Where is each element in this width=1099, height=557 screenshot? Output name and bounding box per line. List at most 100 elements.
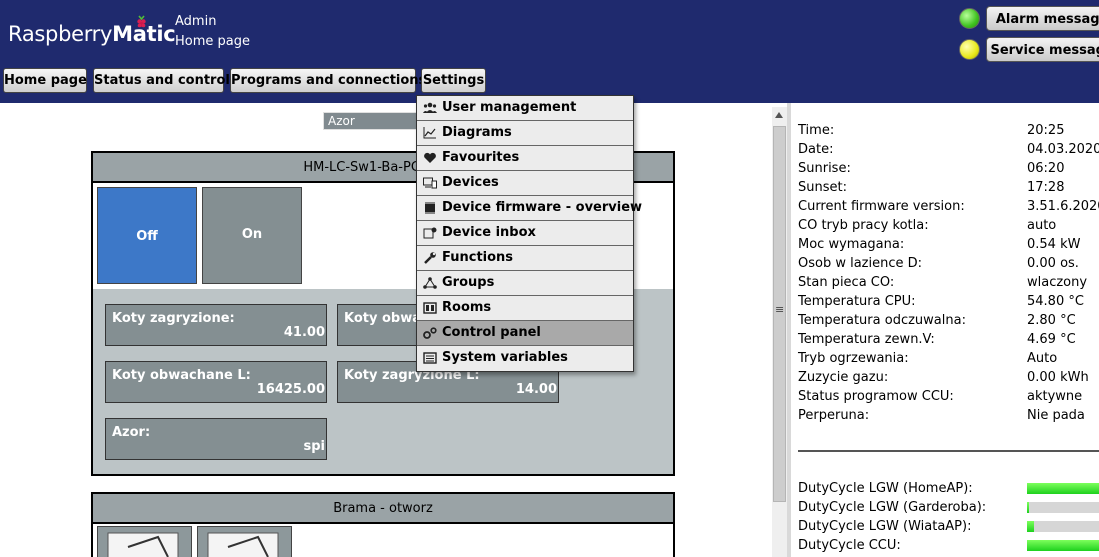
divider — [798, 450, 1099, 452]
menu-item-device-inbox[interactable]: Device inbox — [417, 221, 633, 246]
menu-item-rooms[interactable]: Rooms — [417, 296, 633, 321]
info-value: 4.69 °C — [1027, 332, 1076, 347]
info-key: Zuzycie gazu: — [798, 370, 889, 385]
dutycycle-bar-fill — [1027, 483, 1099, 494]
info-key: CO tryb pracy kotla: — [798, 218, 929, 233]
gate-close-button[interactable] — [197, 526, 292, 557]
service-messages-button[interactable]: Service messages — [986, 37, 1099, 62]
value-label: Koty zagryzione: — [112, 311, 235, 326]
rooms-icon — [423, 302, 437, 314]
info-value: 0.54 kW — [1027, 237, 1081, 252]
menu-item-label: User management — [442, 100, 577, 115]
gate-open-button[interactable] — [97, 526, 192, 557]
info-key: Temperatura CPU: — [798, 294, 916, 309]
menu-item-label: Rooms — [442, 300, 492, 315]
scroll-up-arrow-icon[interactable] — [775, 112, 783, 118]
left-pane-scrollbar[interactable] — [772, 107, 787, 557]
menu-item-label: Functions — [442, 250, 514, 265]
groups-icon — [423, 277, 437, 289]
variables-icon — [423, 352, 437, 364]
settings-dropdown-menu: User management Diagrams Favourites Devi… — [416, 95, 642, 372]
dutycycle-bar-fill — [1027, 521, 1035, 532]
value-box: Koty zagryzione: 41.00 — [105, 304, 327, 346]
device-panel-title: Brama - otworz — [93, 494, 673, 524]
nav-settings-button[interactable]: Settings — [421, 68, 486, 93]
menu-item-favourites[interactable]: Favourites — [417, 146, 633, 171]
info-value: auto — [1027, 218, 1057, 233]
menu-item-system-variables[interactable]: System variables — [417, 346, 633, 371]
inbox-icon — [423, 227, 437, 239]
user-name: Admin — [175, 14, 217, 29]
info-value: 20:25 — [1027, 123, 1065, 138]
menu-item-devices[interactable]: Devices — [417, 171, 633, 196]
raspberry-icon — [137, 15, 146, 28]
menu-item-groups[interactable]: Groups — [417, 271, 633, 296]
info-key: Status programow CCU: — [798, 389, 954, 404]
devices-icon — [423, 177, 437, 189]
info-value: 2.80 °C — [1027, 313, 1076, 328]
info-key: Osob w lazience D: — [798, 256, 923, 271]
value-box: Azor: spi — [105, 418, 327, 460]
info-key: Sunrise: — [798, 161, 851, 176]
info-key: Stan pieca CO: — [798, 275, 895, 290]
value-number: 16425.00 — [256, 382, 325, 397]
info-value: Auto — [1027, 351, 1058, 366]
alarm-messages-button[interactable]: Alarm messages — [986, 6, 1099, 31]
nav-status-control-button[interactable]: Status and control — [93, 68, 230, 93]
dutycycle-bar-fill — [1027, 540, 1099, 551]
dutycycle-bar — [1027, 502, 1099, 513]
dutycycle-label: DutyCycle LGW (Garderoba): — [798, 500, 987, 515]
info-key: Moc wymagana: — [798, 237, 905, 252]
info-value: 04.03.2020 — [1027, 142, 1099, 157]
value-box: Koty obwachane L: 16425.00 — [105, 361, 327, 403]
gears-icon — [423, 327, 437, 339]
raspberrymatic-logo[interactable]: RaspberryMatic — [8, 22, 176, 46]
switch-on-button[interactable]: On — [202, 187, 302, 284]
info-value: 0.00 kWh — [1027, 370, 1089, 385]
value-number: 14.00 — [515, 382, 557, 397]
nav-programs-button[interactable]: Programs and connections — [230, 68, 426, 93]
menu-item-diagrams[interactable]: Diagrams — [417, 121, 633, 146]
value-number: spi — [303, 439, 326, 454]
chip-icon — [425, 202, 435, 214]
system-info-pane: Time: 20:25 Date: 04.03.2020 Sunrise: 06:20 Su… — [791, 103, 1099, 557]
dutycycle-label: DutyCycle CCU: — [798, 538, 901, 553]
menu-item-user-management[interactable]: User management — [417, 96, 633, 121]
value-number: 41.00 — [283, 325, 325, 340]
dutycycle-bar — [1027, 521, 1099, 532]
wrench-icon — [424, 252, 436, 264]
device-panel-gate: Brama - otworz — [91, 492, 675, 557]
info-key: Temperatura odczuwalna: — [798, 313, 966, 328]
current-page-label: Home page — [175, 34, 250, 49]
menu-item-label: Control panel — [442, 325, 541, 340]
dutycycle-bar — [1027, 540, 1099, 551]
info-value: 17:28 — [1027, 180, 1065, 195]
gate-controls — [93, 524, 673, 557]
switch-off-button[interactable]: Off — [97, 187, 197, 284]
menu-item-control-panel[interactable]: Control panel — [417, 321, 633, 346]
value-label: Koty obwachane L: — [112, 368, 251, 383]
info-value: 3.51.6.20200229 — [1027, 199, 1099, 214]
menu-item-functions[interactable]: Functions — [417, 246, 633, 271]
nav-home-page-button[interactable]: Home page — [3, 68, 87, 93]
info-value: 06:20 — [1027, 161, 1065, 176]
header-bar: RaspberryMatic Admin Home page Alarm mes… — [0, 0, 1099, 103]
info-key: Temperatura zewn.V: — [798, 332, 935, 347]
splitter-grip-icon[interactable]: ≡ — [775, 303, 784, 316]
dutycycle-bar — [1027, 483, 1099, 494]
service-status-led — [959, 39, 980, 60]
menu-item-label: Device inbox — [442, 225, 536, 240]
info-key: Time: — [798, 123, 835, 138]
chart-icon — [423, 127, 436, 139]
menu-item-label: Diagrams — [442, 125, 512, 140]
info-key: Date: — [798, 142, 834, 157]
heart-icon — [424, 152, 436, 163]
info-key: Sunset: — [798, 180, 847, 195]
menu-item-label: Favourites — [442, 150, 520, 165]
menu-item-device-firmware[interactable]: Device firmware - overview — [417, 196, 642, 221]
menu-item-label: Devices — [442, 175, 499, 190]
dutycycle-label: DutyCycle LGW (HomeAP): — [798, 481, 973, 496]
left-content-pane: Azor HM-LC-Sw1-Ba-PCB MEQ Off On Koty za… — [0, 103, 770, 557]
menu-item-label: Device firmware - overview — [442, 200, 643, 215]
info-value: 0.00 os. — [1027, 256, 1079, 271]
